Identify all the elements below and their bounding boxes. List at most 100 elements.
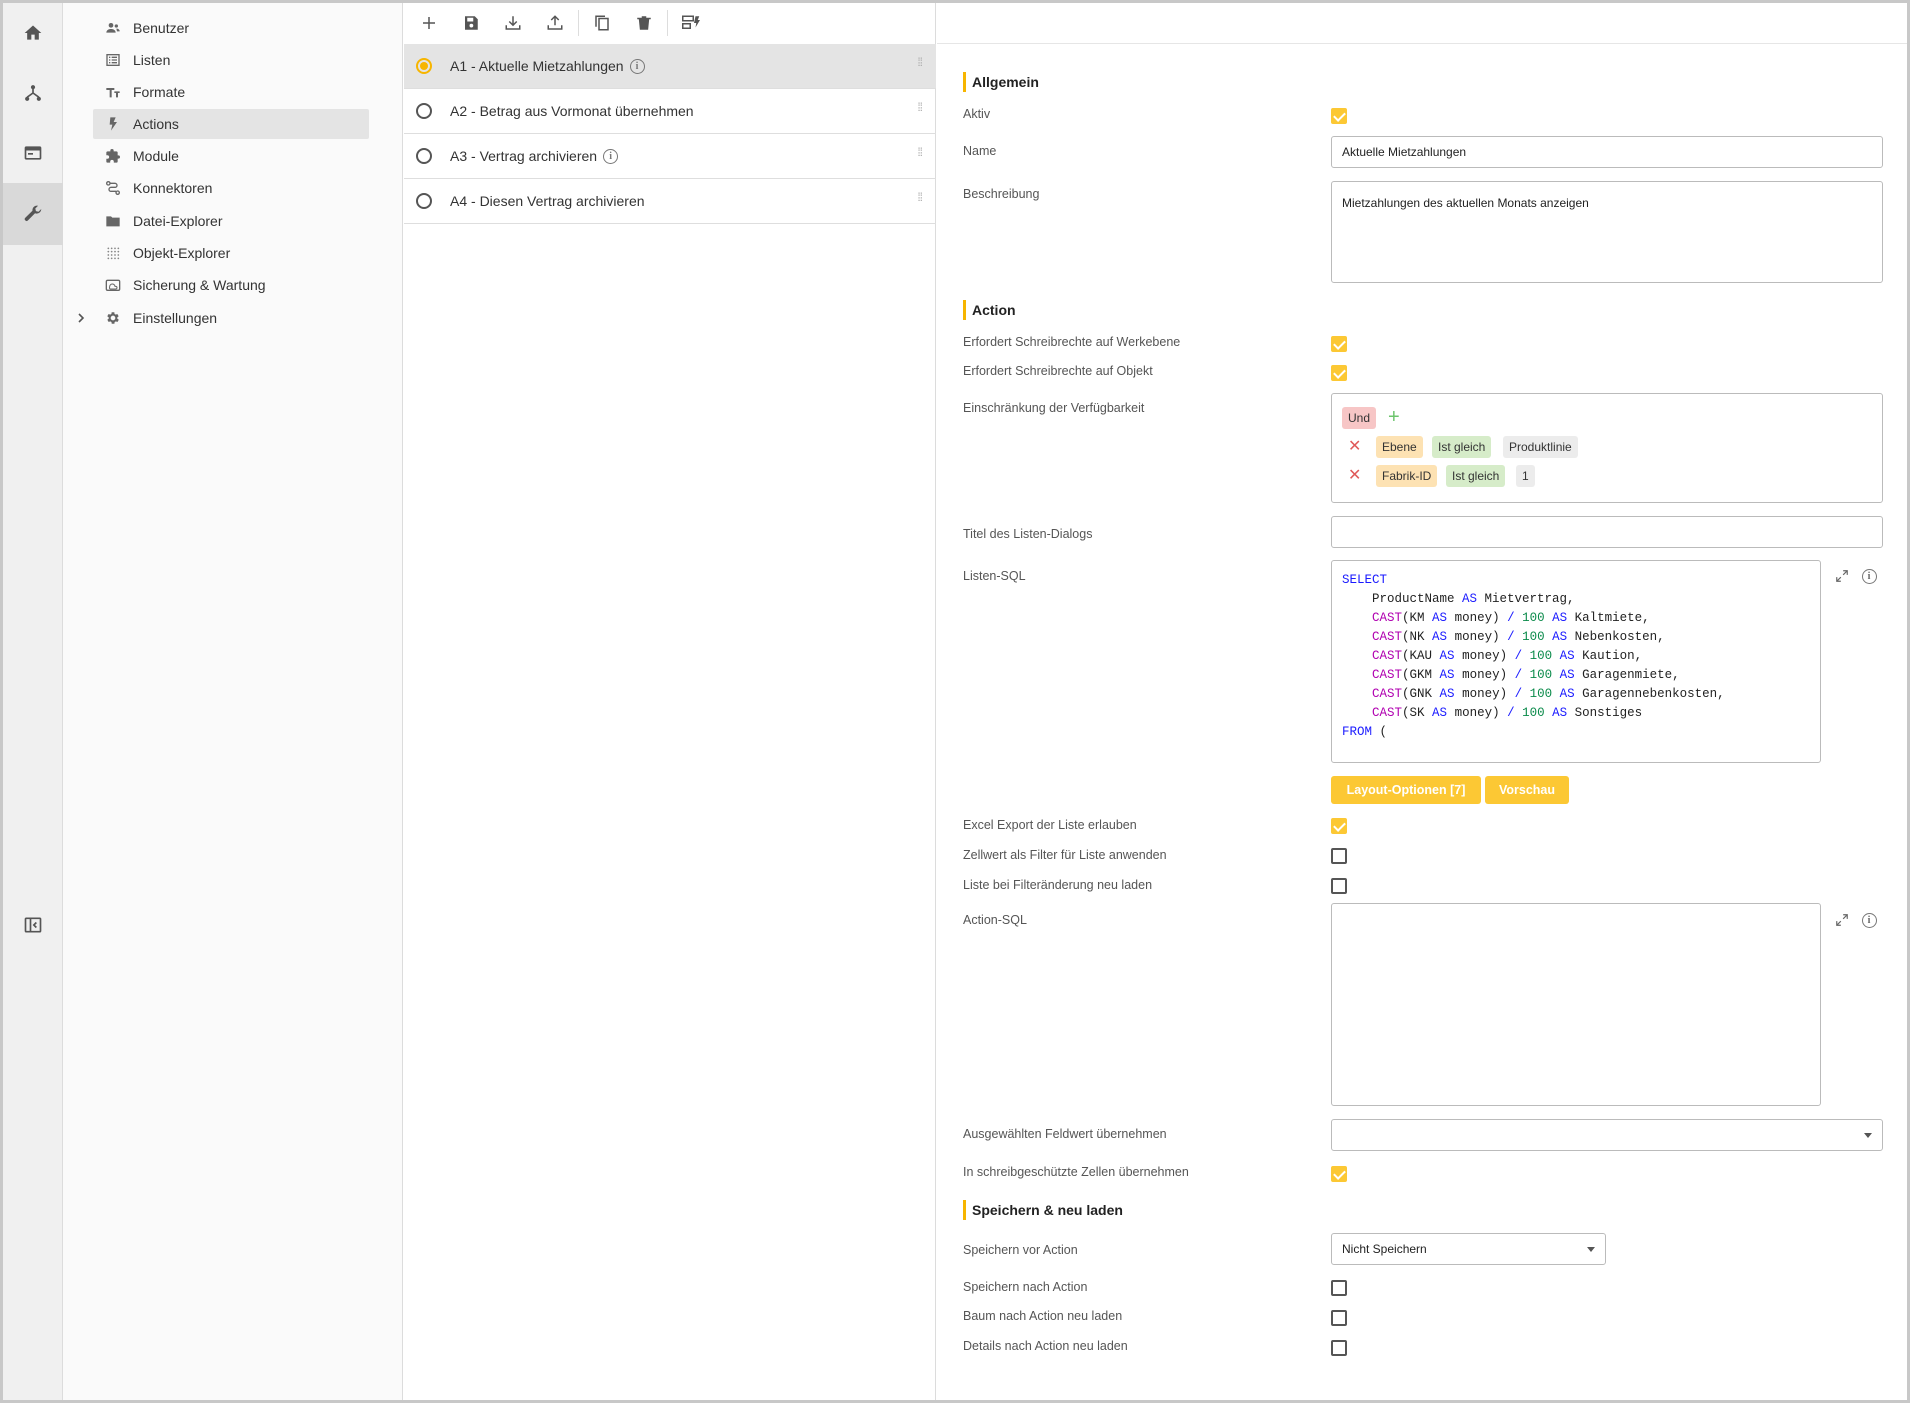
field-label-filteraenderung: Liste bei Filteränderung neu laden <box>963 878 1153 892</box>
description-textarea[interactable]: Mietzahlungen des aktuellen Monats anzei… <box>1331 181 1883 283</box>
checkbox-schreibgeschuetzt[interactable] <box>1331 1166 1347 1182</box>
action-detail-panel: Allgemein Aktiv Name Aktuelle Mietzahlun… <box>937 3 1907 1400</box>
drag-handle-icon[interactable]: ⁞⁞ <box>917 56 923 68</box>
checkbox-zellwert-filter[interactable] <box>1331 848 1347 864</box>
list-item[interactable]: A4 - Diesen Vertrag archivieren ⁞⁞ <box>404 179 936 224</box>
nav-item-benutzer[interactable]: Benutzer <box>93 13 369 43</box>
nav-item-konnektoren[interactable]: Konnektoren <box>93 173 369 203</box>
list-toolbar <box>404 3 936 43</box>
nav-item-formate[interactable]: Formate <box>93 77 369 107</box>
condition-value-chip[interactable]: Produktlinie <box>1503 436 1578 458</box>
text-format-icon <box>93 84 133 100</box>
list-item[interactable]: A1 - Aktuelle Mietzahlungen i ⁞⁞ <box>404 44 936 89</box>
radio-button[interactable] <box>416 193 432 209</box>
field-label-feldwert: Ausgewählten Feldwert übernehmen <box>963 1127 1167 1141</box>
checkbox-speichern-nach[interactable] <box>1331 1280 1347 1296</box>
add-icon[interactable] <box>408 5 450 41</box>
remove-condition-icon[interactable]: ✕ <box>1348 468 1361 484</box>
checkbox-baum-neu-laden[interactable] <box>1331 1310 1347 1326</box>
nav-item-einstellungen[interactable]: Einstellungen <box>93 303 369 333</box>
nav-item-datei-explorer[interactable]: Datei-Explorer <box>93 206 369 236</box>
dropdown-arrow-icon <box>1864 1133 1872 1138</box>
action-sql-editor[interactable] <box>1331 903 1821 1106</box>
save-before-select[interactable]: Nicht Speichern <box>1331 1233 1606 1265</box>
remove-condition-icon[interactable]: ✕ <box>1348 439 1361 455</box>
nav-label: Module <box>133 148 179 164</box>
sql-line: CAST(KM AS money) / 100 AS Kaltmiete, <box>1372 611 1650 625</box>
field-label-aktiv: Aktiv <box>963 107 991 121</box>
nav-label: Formate <box>133 84 186 100</box>
info-icon[interactable]: i <box>1860 567 1878 585</box>
condition-value-chip[interactable]: 1 <box>1516 465 1535 487</box>
nav-item-actions[interactable]: Actions <box>93 109 369 139</box>
hierarchy-icon[interactable] <box>3 63 63 123</box>
info-icon[interactable]: i <box>1860 911 1878 929</box>
gear-icon <box>93 310 133 326</box>
panel-collapse-icon[interactable] <box>3 895 63 955</box>
info-icon[interactable]: i <box>629 58 645 74</box>
sql-line: CAST(KAU AS money) / 100 AS Kaution, <box>1372 649 1643 663</box>
list-sql-editor[interactable]: SELECT ProductName AS Mietvertrag, CAST(… <box>1331 560 1821 763</box>
drag-handle-icon[interactable]: ⁞⁞ <box>917 191 923 203</box>
nav-item-sicherung[interactable]: Sicherung & Wartung <box>93 270 369 300</box>
radio-button[interactable] <box>416 58 432 74</box>
import-icon[interactable] <box>492 5 534 41</box>
delete-icon[interactable] <box>623 5 665 41</box>
grid-dots-icon <box>93 245 133 261</box>
nav-item-module[interactable]: Module <box>93 141 369 171</box>
expand-icon[interactable] <box>1833 911 1851 929</box>
condition-field-chip[interactable]: Ebene <box>1376 436 1423 458</box>
sql-line: SELECT <box>1342 573 1388 587</box>
radio-button[interactable] <box>416 148 432 164</box>
condition-operator-chip[interactable]: Ist gleich <box>1446 465 1506 487</box>
checkbox-schreibrechte-objekt[interactable] <box>1331 365 1347 381</box>
field-label-speichern-nach: Speichern nach Action <box>963 1280 1088 1294</box>
window-icon[interactable] <box>3 123 63 183</box>
export-icon[interactable] <box>534 5 576 41</box>
checkbox-details-neu-laden[interactable] <box>1331 1340 1347 1356</box>
field-label-details: Details nach Action neu laden <box>963 1339 1128 1353</box>
expand-icon[interactable] <box>1833 567 1851 585</box>
section-header-allgemein: Allgemein <box>963 72 1039 92</box>
save-icon[interactable] <box>450 5 492 41</box>
field-label-speichern-vor: Speichern vor Action <box>963 1243 1078 1257</box>
home-icon[interactable] <box>3 3 63 63</box>
info-icon[interactable]: i <box>603 148 619 164</box>
list-item-label: A3 - Vertrag archivieren <box>450 148 598 164</box>
list-item-label: A4 - Diesen Vertrag archivieren <box>450 193 645 209</box>
list-item[interactable]: A2 - Betrag aus Vormonat übernehmen ⁞⁞ <box>404 89 936 134</box>
chevron-right-icon[interactable] <box>73 303 89 333</box>
preview-button[interactable]: Vorschau <box>1485 776 1569 804</box>
operator-chip[interactable]: Und <box>1342 407 1377 429</box>
radio-button[interactable] <box>416 103 432 119</box>
folder-icon <box>93 213 133 229</box>
sql-line: FROM ( <box>1342 725 1388 739</box>
add-condition-icon[interactable]: + <box>1388 407 1400 427</box>
availability-filter-builder: Und + ✕ Ebene Ist gleich Produktlinie ✕ … <box>1331 393 1883 503</box>
list-item[interactable]: A3 - Vertrag archivieren i ⁞⁞ <box>404 134 936 179</box>
checkbox-excel-export[interactable] <box>1331 818 1347 834</box>
divider <box>937 43 1907 44</box>
field-label-beschreibung: Beschreibung <box>963 187 1040 201</box>
nav-item-listen[interactable]: Listen <box>93 45 369 75</box>
drag-handle-icon[interactable]: ⁞⁞ <box>917 101 923 113</box>
nav-item-objekt-explorer[interactable]: Objekt-Explorer <box>93 238 369 268</box>
checkbox-schreibrechte-werk[interactable] <box>1331 336 1347 352</box>
copy-icon[interactable] <box>581 5 623 41</box>
dropdown-arrow-icon <box>1587 1247 1595 1252</box>
nav-label: Sicherung & Wartung <box>133 277 266 293</box>
field-label-action-sql: Action-SQL <box>963 913 1027 927</box>
condition-operator-chip[interactable]: Ist gleich <box>1432 436 1492 458</box>
layout-action-icon[interactable] <box>670 5 712 41</box>
condition-field-chip[interactable]: Fabrik-ID <box>1376 465 1438 487</box>
checkbox-filteraenderung[interactable] <box>1331 878 1347 894</box>
drag-handle-icon[interactable]: ⁞⁞ <box>917 146 923 158</box>
layout-options-button[interactable]: Layout-Optionen [7] <box>1331 776 1481 804</box>
field-label-schreib-objekt: Erfordert Schreibrechte auf Objekt <box>963 364 1153 378</box>
wrench-icon[interactable] <box>3 183 63 245</box>
field-value-select[interactable] <box>1331 1119 1883 1151</box>
dialog-title-input[interactable] <box>1331 516 1883 548</box>
checkbox-aktiv[interactable] <box>1331 108 1347 124</box>
nav-label: Objekt-Explorer <box>133 245 231 261</box>
name-input[interactable]: Aktuelle Mietzahlungen <box>1331 136 1883 168</box>
